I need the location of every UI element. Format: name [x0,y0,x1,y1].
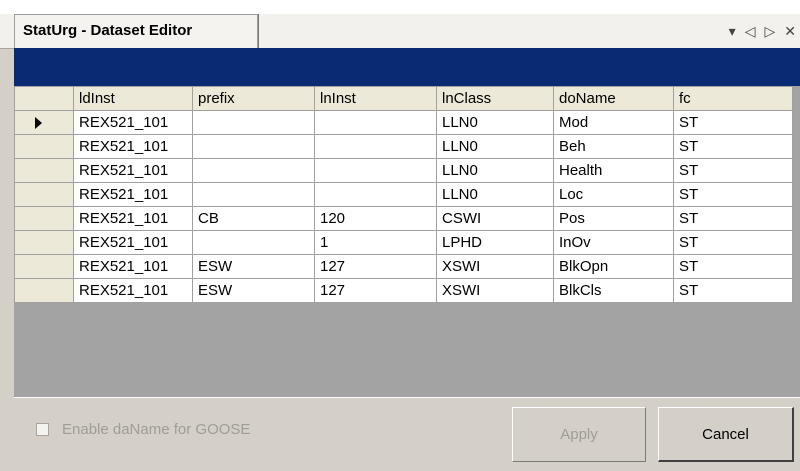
checkbox-box[interactable] [36,423,49,436]
row-header[interactable] [14,158,74,183]
cancel-button[interactable]: Cancel [658,407,794,462]
header-row: ldInst prefix lnInst lnClass doName fc [14,86,793,111]
cell-doname[interactable]: BlkCls [553,278,674,303]
column-header-fc[interactable]: fc [673,86,793,111]
cell-ldinst[interactable]: REX521_101 [73,278,193,303]
grid-body: REX521_101 LLN0 Mod ST REX521_101 LLN0 Beh ST RE… [14,110,793,303]
row-header[interactable] [14,230,74,255]
table-row[interactable]: REX521_101 1 LPHD InOv ST [14,230,793,255]
tab-separator [258,14,259,48]
cell-ldinst[interactable]: REX521_101 [73,134,193,159]
cell-prefix[interactable] [192,134,315,159]
enable-daname-checkbox[interactable]: Enable daName for GOOSE [36,421,250,438]
cell-fc[interactable]: ST [673,206,793,231]
row-header[interactable] [14,206,74,231]
row-header[interactable] [14,110,74,135]
row-header[interactable] [14,254,74,279]
column-header-doname[interactable]: doName [553,86,674,111]
table-row[interactable]: REX521_101 LLN0 Health ST [14,158,793,183]
cell-lnclass[interactable]: LLN0 [436,110,554,135]
cell-fc[interactable]: ST [673,134,793,159]
current-row-arrow-icon [35,116,42,129]
cell-lnclass[interactable]: LLN0 [436,182,554,207]
cell-lnclass[interactable]: XSWI [436,278,554,303]
cell-ldinst[interactable]: REX521_101 [73,158,193,183]
cell-doname[interactable]: BlkOpn [553,254,674,279]
cell-doname[interactable]: Beh [553,134,674,159]
cell-ldinst[interactable]: REX521_101 [73,230,193,255]
scroll-left-icon[interactable]: ◁ [745,23,756,40]
cell-lninst[interactable]: 127 [314,278,437,303]
cell-lnclass[interactable]: CSWI [436,206,554,231]
cell-lninst[interactable] [314,158,437,183]
cell-lninst[interactable] [314,134,437,159]
dataset-table: ldInst prefix lnInst lnClass doName fc R… [14,86,793,303]
cell-lninst[interactable]: 1 [314,230,437,255]
cell-lnclass[interactable]: LLN0 [436,134,554,159]
table-row[interactable]: REX521_101 LLN0 Loc ST [14,182,793,207]
cell-fc[interactable]: ST [673,110,793,135]
chevron-down-icon[interactable]: ▾ [729,23,736,40]
cell-doname[interactable]: Mod [553,110,674,135]
scroll-right-icon[interactable]: ▷ [764,23,775,40]
cell-prefix[interactable] [192,182,315,207]
tab-controls: ▾ ◁ ▷ ✕ [729,20,796,42]
cell-prefix[interactable] [192,230,315,255]
cell-lninst[interactable] [314,110,437,135]
table-row[interactable]: REX521_101 LLN0 Beh ST [14,134,793,159]
cell-fc[interactable]: ST [673,278,793,303]
cell-lninst[interactable]: 120 [314,206,437,231]
cell-fc[interactable]: ST [673,182,793,207]
table-row[interactable]: REX521_101 ESW 127 XSWI BlkOpn ST [14,254,793,279]
cell-prefix[interactable]: ESW [192,278,315,303]
cell-fc[interactable]: ST [673,158,793,183]
cell-lnclass[interactable]: XSWI [436,254,554,279]
cell-doname[interactable]: InOv [553,230,674,255]
column-header-prefix[interactable]: prefix [192,86,315,111]
cell-doname[interactable]: Pos [553,206,674,231]
document-tab-bar: StatUrg - Dataset Editor ▾ ◁ ▷ ✕ [0,0,800,49]
cell-ldinst[interactable]: REX521_101 [73,182,193,207]
apply-button[interactable]: Apply [512,407,646,462]
cell-doname[interactable]: Health [553,158,674,183]
cell-ldinst[interactable]: REX521_101 [73,206,193,231]
cell-fc[interactable]: ST [673,254,793,279]
cell-prefix[interactable] [192,158,315,183]
cell-prefix[interactable]: CB [192,206,315,231]
close-icon[interactable]: ✕ [784,23,796,40]
tab-bar-top [0,0,800,14]
table-row[interactable]: REX521_101 LLN0 Mod ST [14,110,793,135]
cell-fc[interactable]: ST [673,230,793,255]
corner-header [14,86,74,111]
column-header-ldinst[interactable]: ldInst [73,86,193,111]
table-row[interactable]: REX521_101 CB 120 CSWI Pos ST [14,206,793,231]
cell-ldinst[interactable]: REX521_101 [73,110,193,135]
row-header[interactable] [14,134,74,159]
cell-lninst[interactable] [314,182,437,207]
row-header[interactable] [14,182,74,207]
cell-lninst[interactable]: 127 [314,254,437,279]
tab-dataset-editor[interactable]: StatUrg - Dataset Editor [14,14,258,48]
dialog-footer: Enable daName for GOOSE Apply Cancel [14,398,800,471]
dataset-grid: ldInst prefix lnInst lnClass doName fc R… [14,86,800,398]
cell-lnclass[interactable]: LLN0 [436,158,554,183]
column-header-lnclass[interactable]: lnClass [436,86,554,111]
cell-lnclass[interactable]: LPHD [436,230,554,255]
cell-prefix[interactable]: ESW [192,254,315,279]
table-row[interactable]: REX521_101 ESW 127 XSWI BlkCls ST [14,278,793,303]
cell-prefix[interactable] [192,110,315,135]
caption-strip [14,48,800,86]
row-header[interactable] [14,278,74,303]
cell-ldinst[interactable]: REX521_101 [73,254,193,279]
column-header-lninst[interactable]: lnInst [314,86,437,111]
checkbox-label: Enable daName for GOOSE [62,421,251,438]
cell-doname[interactable]: Loc [553,182,674,207]
